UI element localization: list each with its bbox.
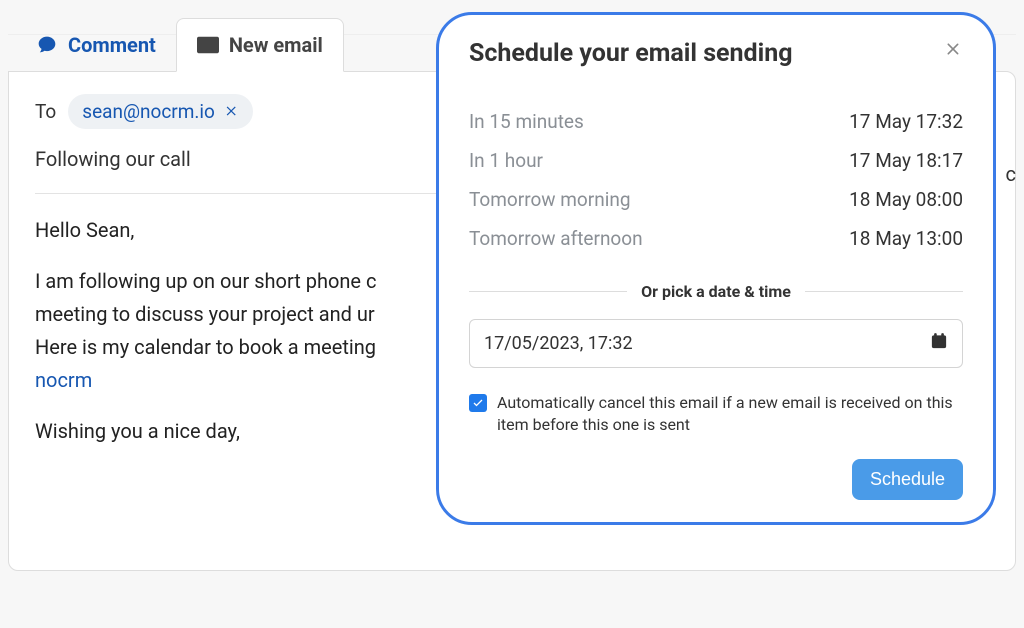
- option-tomorrow-afternoon[interactable]: Tomorrow afternoon 18 May 13:00: [469, 219, 963, 258]
- option-1-hour[interactable]: In 1 hour 17 May 18:17: [469, 141, 963, 180]
- auto-cancel-row[interactable]: Automatically cancel this email if a new…: [469, 392, 963, 437]
- auto-cancel-label: Automatically cancel this email if a new…: [497, 392, 963, 437]
- recipient-email: sean@nocrm.io: [82, 100, 215, 123]
- datetime-input[interactable]: 17/05/2023, 17:32: [469, 319, 963, 368]
- to-row: To sean@nocrm.io: [35, 94, 475, 129]
- option-tomorrow-morning[interactable]: Tomorrow morning 18 May 08:00: [469, 180, 963, 219]
- datetime-value: 17/05/2023, 17:32: [484, 333, 633, 354]
- calendar-icon: [930, 332, 948, 355]
- remove-recipient-icon[interactable]: [225, 100, 239, 123]
- body-signoff: Wishing you a nice day,: [35, 415, 475, 448]
- tab-comment[interactable]: Comment: [16, 19, 176, 71]
- body-paragraph: I am following up on our short phone c m…: [35, 265, 475, 397]
- option-15-min[interactable]: In 15 minutes 17 May 17:32: [469, 102, 963, 141]
- subject-text: Following our call: [35, 147, 191, 171]
- schedule-button[interactable]: Schedule: [852, 459, 963, 500]
- tabs: Comment New email: [0, 18, 1024, 71]
- tab-new-email[interactable]: New email: [176, 18, 344, 72]
- email-body[interactable]: Hello Sean, I am following up on our sho…: [35, 214, 475, 448]
- tab-new-email-label: New email: [229, 33, 323, 57]
- schedule-popover: Schedule your email sending In 15 minute…: [436, 12, 996, 525]
- background-letter: c: [1006, 162, 1016, 186]
- body-greeting: Hello Sean,: [35, 214, 475, 247]
- envelope-icon: [197, 36, 219, 54]
- tab-comment-label: Comment: [68, 33, 156, 57]
- comment-icon: [36, 35, 58, 55]
- auto-cancel-checkbox[interactable]: [469, 394, 487, 412]
- or-separator: Or pick a date & time: [469, 282, 963, 301]
- divider: [35, 193, 475, 194]
- to-label: To: [35, 100, 56, 123]
- quick-options: In 15 minutes 17 May 17:32 In 1 hour 17 …: [469, 102, 963, 258]
- subject-field[interactable]: Following our call: [35, 147, 475, 183]
- recipient-chip[interactable]: sean@nocrm.io: [68, 94, 253, 129]
- calendar-link[interactable]: nocrm: [35, 368, 92, 392]
